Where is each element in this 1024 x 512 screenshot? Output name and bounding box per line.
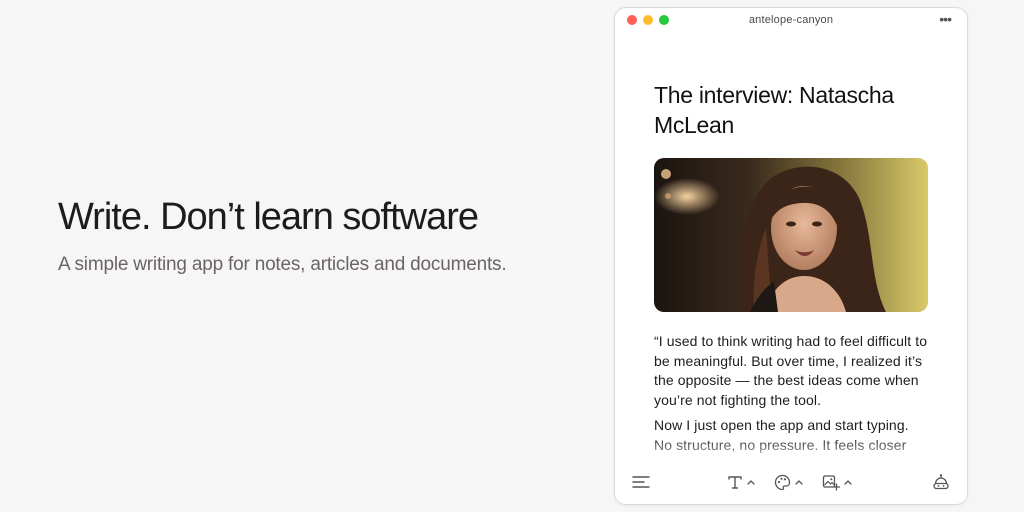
menu-icon[interactable] bbox=[632, 472, 650, 492]
article-title[interactable]: The interview: Natascha McLean bbox=[654, 80, 930, 140]
article-paragraph[interactable]: “I used to think writing had to feel dif… bbox=[654, 332, 930, 410]
document-name: antelope-canyon bbox=[748, 14, 834, 26]
app-window: antelope-canyon ••• The interview: Natas… bbox=[614, 7, 968, 505]
editor-content[interactable]: The interview: Natascha McLean “I used t… bbox=[654, 80, 930, 455]
bottom-toolbar bbox=[615, 460, 967, 504]
palette-icon bbox=[774, 474, 791, 490]
chevron-up-icon bbox=[844, 480, 852, 485]
portrait-photo bbox=[654, 158, 928, 312]
insert-image-button[interactable] bbox=[822, 472, 852, 492]
hero-title: Write. Don’t learn software bbox=[58, 196, 479, 238]
assistant-icon[interactable] bbox=[932, 472, 950, 492]
hero-subtitle: A simple writing app for notes, articles… bbox=[58, 254, 507, 275]
chevron-up-icon bbox=[747, 480, 755, 485]
text-format-icon bbox=[728, 476, 742, 489]
ellipsis-icon[interactable]: ••• bbox=[939, 12, 952, 26]
chevron-up-icon bbox=[795, 480, 803, 485]
hero-section: Write. Don’t learn software A simple wri… bbox=[58, 194, 578, 276]
insert-image-icon bbox=[822, 474, 840, 491]
palette-button[interactable] bbox=[774, 472, 803, 492]
title-bar[interactable]: antelope-canyon ••• bbox=[615, 8, 967, 34]
text-format-button[interactable] bbox=[727, 472, 755, 492]
